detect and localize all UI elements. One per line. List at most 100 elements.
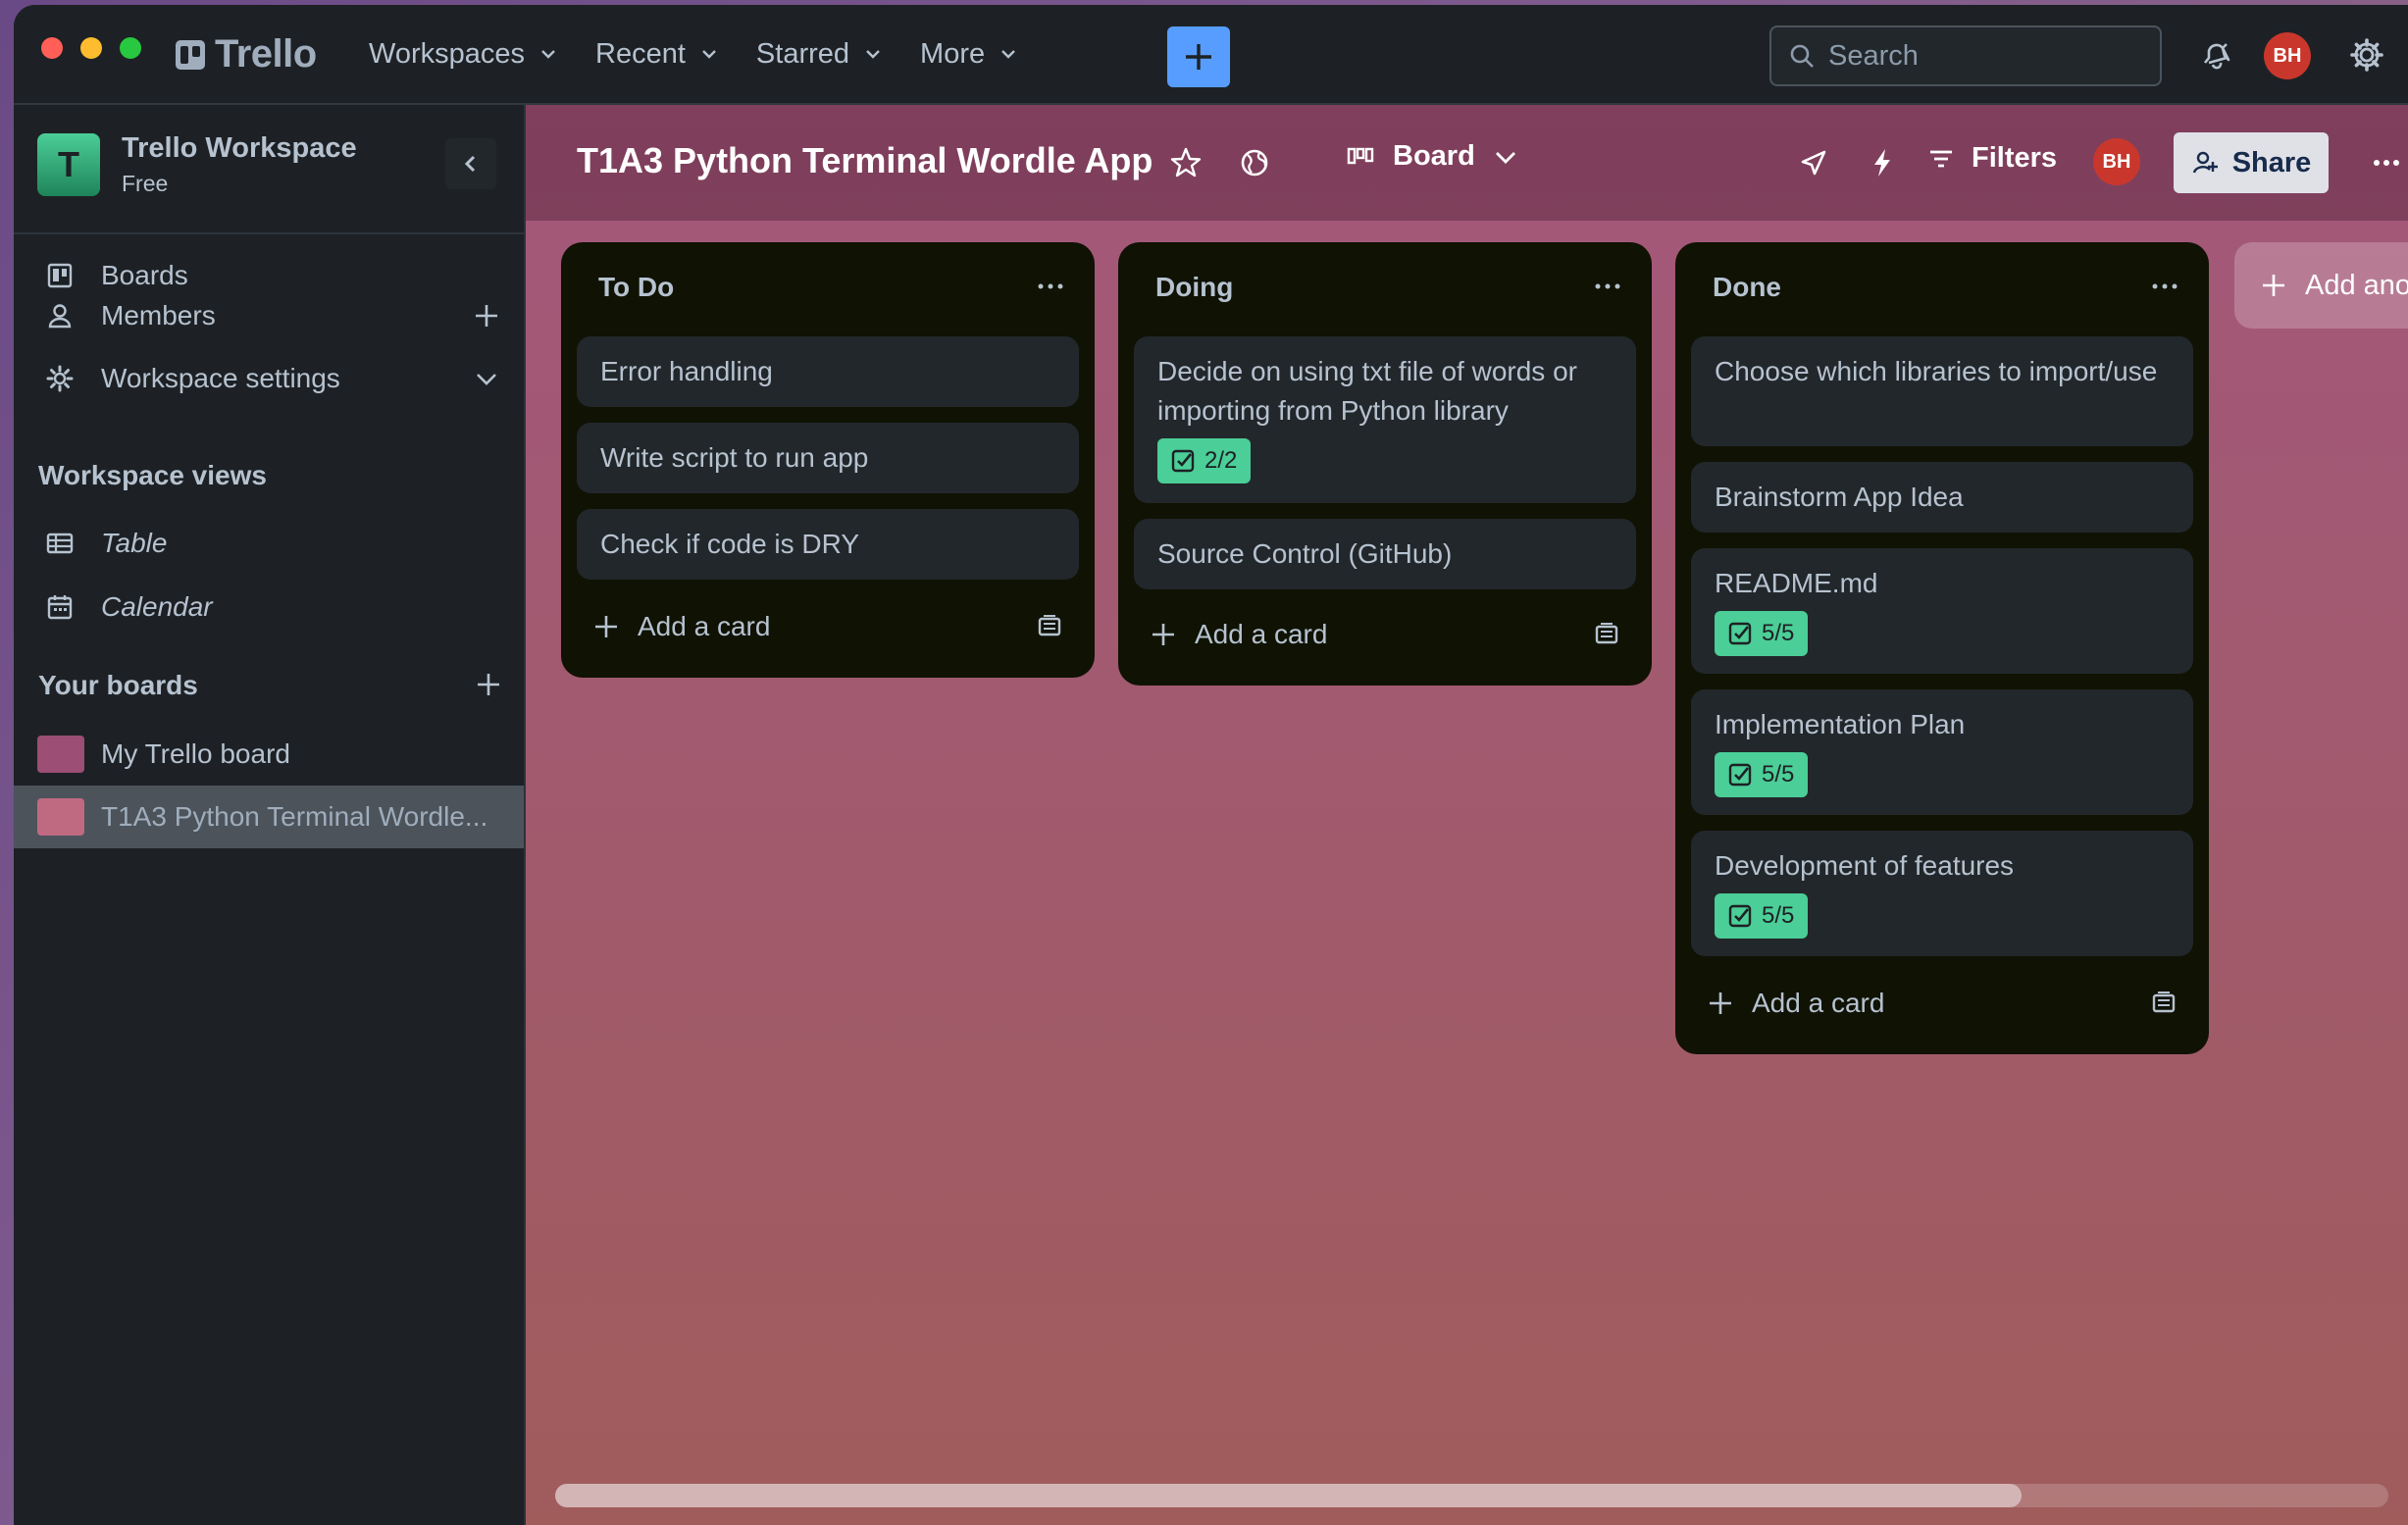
board-member-avatar[interactable]: BH: [2093, 138, 2140, 185]
plus-icon: [2263, 275, 2284, 296]
card-title: Choose which libraries to import/use: [1715, 356, 2158, 386]
sidebar-item-label: My Trello board: [101, 738, 290, 769]
sidebar-item-table[interactable]: Table: [14, 516, 524, 571]
more-options-icon[interactable]: [2370, 146, 2403, 179]
chevron-down-icon: [541, 50, 555, 59]
card[interactable]: Choose which libraries to import/use: [1691, 336, 2193, 446]
board-view-icon: [1347, 147, 1374, 164]
user-avatar[interactable]: BH: [2264, 32, 2311, 79]
card-template-icon[interactable]: [1036, 613, 1063, 640]
nav-label: More: [920, 37, 986, 70]
share-button[interactable]: Share: [2174, 132, 2329, 193]
list-title[interactable]: Done: [1713, 272, 1781, 303]
add-card-button[interactable]: Add a card: [1707, 988, 1884, 1019]
card[interactable]: Brainstorm App Idea: [1691, 462, 2193, 533]
checklist-badge: 5/5: [1715, 611, 1809, 656]
nav-workspaces[interactable]: Workspaces: [369, 38, 558, 71]
globe-visibility-icon[interactable]: [1238, 146, 1271, 179]
board-view-switcher[interactable]: Board: [1346, 140, 1518, 173]
sidebar-item-label: Members: [101, 300, 216, 330]
workspace-name: Trello Workspace: [122, 132, 357, 164]
card[interactable]: Source Control (GitHub): [1134, 519, 1636, 589]
list-done: Done Choose which libraries to import/us…: [1675, 242, 2209, 1054]
checklist-badge: 5/5: [1715, 752, 1809, 797]
rocket-powerups-icon[interactable]: [1797, 146, 1830, 179]
add-card-button[interactable]: Add a card: [592, 611, 770, 642]
list-menu-icon[interactable]: [1593, 272, 1622, 301]
sidebar-divider: [14, 232, 524, 234]
sidebar-board-my-trello-board[interactable]: My Trello board: [14, 723, 524, 786]
search-placeholder: Search: [1828, 39, 1919, 72]
person-icon: [48, 304, 72, 329]
bell-icon[interactable]: [2197, 36, 2234, 74]
close-window-button[interactable]: [41, 37, 63, 59]
trello-logo-icon: [176, 39, 205, 70]
sidebar-item-label: T1A3 Python Terminal Wordle...: [101, 801, 488, 832]
card[interactable]: Implementation Plan 5/5: [1691, 689, 2193, 815]
nav-recent[interactable]: Recent: [595, 38, 719, 71]
share-label: Share: [2231, 146, 2312, 178]
board-icon: [47, 263, 73, 288]
list-title[interactable]: To Do: [598, 272, 674, 303]
collapse-sidebar-button[interactable]: [445, 138, 496, 189]
add-card-button[interactable]: Add a card: [1150, 619, 1327, 650]
card[interactable]: Check if code is DRY: [577, 509, 1079, 580]
horizontal-scrollbar[interactable]: [555, 1484, 2388, 1507]
list-to-do: To Do Error handling Write script to run…: [561, 242, 1095, 678]
card-template-icon[interactable]: [1593, 621, 1620, 648]
scrollbar-thumb[interactable]: [555, 1484, 2023, 1507]
trello-logo[interactable]: Trello: [176, 32, 317, 76]
add-card-label: Add a card: [1195, 619, 1328, 649]
sidebar-board-t1a3-wordle[interactable]: T1A3 Python Terminal Wordle...: [14, 786, 524, 848]
logo-text: Trello: [215, 32, 317, 76]
board-title[interactable]: T1A3 Python Terminal Wordle App: [577, 140, 1153, 181]
card[interactable]: Error handling: [577, 336, 1079, 407]
plus-icon: [1186, 44, 1211, 70]
card-template-icon[interactable]: [2150, 990, 2177, 1017]
chevron-down-icon: [1495, 151, 1515, 164]
add-list-button[interactable]: Add another list: [2234, 242, 2408, 329]
star-icon[interactable]: [1169, 146, 1203, 179]
add-board-plus-icon[interactable]: [475, 671, 502, 698]
lightning-automation-icon[interactable]: [1866, 146, 1899, 179]
card[interactable]: Write script to run app: [577, 423, 1079, 493]
sidebar-item-members[interactable]: Members: [14, 288, 524, 343]
checkbox-icon: [1171, 449, 1195, 473]
list-menu-icon[interactable]: [2150, 272, 2179, 301]
card[interactable]: README.md 5/5: [1691, 548, 2193, 674]
list-doing: Doing Decide on using txt file of words …: [1118, 242, 1652, 686]
nav-starred[interactable]: Starred: [756, 38, 883, 71]
checkbox-icon: [1728, 904, 1752, 928]
search-icon: [1790, 44, 1814, 68]
nav-label: Starred: [755, 37, 850, 70]
minimize-window-button[interactable]: [80, 37, 102, 59]
nav-more[interactable]: More: [920, 38, 1018, 71]
search-input[interactable]: Search: [1769, 25, 2162, 86]
list-title[interactable]: Doing: [1155, 272, 1233, 303]
workspace-views-heading: Workspace views: [38, 460, 267, 490]
maximize-window-button[interactable]: [120, 37, 141, 59]
create-button[interactable]: [1167, 26, 1230, 87]
gear-icon[interactable]: [2348, 36, 2385, 74]
card-title: Source Control (GitHub): [1157, 538, 1453, 569]
plus-icon: [1153, 624, 1174, 645]
card[interactable]: Development of features 5/5: [1691, 831, 2193, 956]
chevron-down-icon: [702, 50, 716, 59]
filters-button[interactable]: Filters: [1926, 142, 2057, 175]
calendar-icon: [47, 595, 73, 620]
chevron-down-icon: [866, 50, 880, 59]
sidebar-item-workspace-settings[interactable]: Workspace settings: [14, 351, 524, 406]
sidebar-item-calendar[interactable]: Calendar: [14, 580, 524, 635]
workspace-header[interactable]: T Trello Workspace Free: [37, 132, 357, 197]
avatar-initials: BH: [2102, 150, 2131, 173]
plus-icon[interactable]: [473, 302, 500, 330]
list-menu-icon[interactable]: [1036, 272, 1065, 301]
add-card-label: Add a card: [638, 611, 771, 641]
workspace-plan: Free: [122, 171, 169, 196]
checklist-count: 5/5: [1762, 620, 1795, 646]
card[interactable]: Decide on using txt file of words or imp…: [1134, 336, 1636, 503]
card-title: Error handling: [600, 356, 773, 386]
checklist-count: 2/2: [1204, 447, 1238, 474]
board-thumbnail: [37, 736, 84, 773]
app-window: Trello Workspaces Recent Starred More Se…: [14, 5, 2408, 1525]
